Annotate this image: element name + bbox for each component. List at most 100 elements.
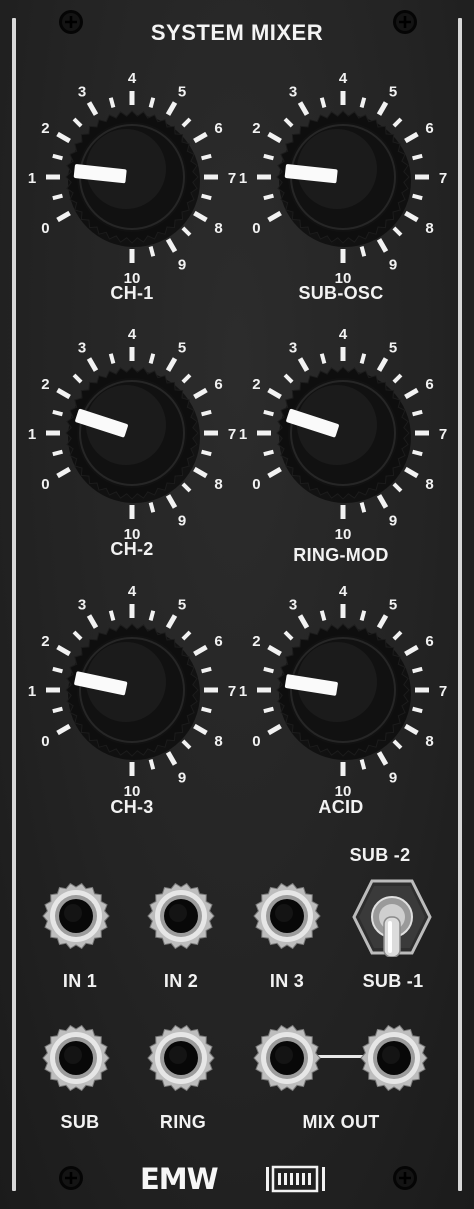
knob-tick	[267, 466, 282, 479]
knob-tick	[165, 357, 178, 372]
knob-tick	[181, 739, 192, 750]
toggle-switch-icon[interactable]	[352, 877, 432, 957]
knob-tick	[201, 193, 212, 201]
knob-label-subosc: SUB-OSC	[298, 283, 384, 303]
knob-scale-label: 5	[389, 339, 397, 356]
knob-scale-label: 2	[41, 120, 49, 137]
knob-tick	[412, 153, 423, 161]
knob-tick	[297, 101, 310, 116]
knob-scale-label: 5	[178, 83, 186, 100]
knob-tick	[193, 723, 208, 736]
knob-ch1[interactable]: 012345678910	[17, 62, 247, 292]
knob-label-ch3: CH-3	[110, 797, 154, 817]
knob-tick	[56, 644, 71, 657]
knob-ringmod[interactable]: 0 1 2 3 4 5 6 7 8 9 10	[228, 318, 458, 548]
knob-tick	[412, 409, 423, 417]
knob-tick	[283, 630, 294, 641]
knob-scale-label: 1	[239, 170, 247, 187]
knob-tick	[181, 117, 192, 128]
knob-tick	[267, 644, 282, 657]
knob-scale-label: 6	[425, 633, 433, 650]
knob-subosc[interactable]: 012345678910	[228, 62, 458, 292]
knob-tick	[359, 246, 367, 257]
knob-tick	[86, 614, 99, 629]
knob-scale-label: 1	[28, 683, 36, 700]
knob-acid[interactable]: 012345678910	[228, 575, 458, 805]
knob-tick	[319, 97, 327, 108]
knob-tick	[52, 449, 63, 457]
knob-scale-label: 1	[239, 426, 247, 443]
knob-tick	[86, 357, 99, 372]
knob-tick	[283, 373, 294, 384]
jack-sub[interactable]	[42, 1024, 110, 1092]
knob-tick	[392, 630, 403, 641]
jack-mix-out-2[interactable]	[360, 1024, 428, 1092]
knob-scale-label: 5	[178, 339, 186, 356]
knob-ch3[interactable]: 012345678910	[17, 575, 247, 805]
knob-scale-label: 4	[339, 326, 348, 343]
knob-label-ch2: CH-2	[110, 539, 154, 559]
knob-tick	[376, 101, 389, 116]
knob-scale-label: 3	[289, 596, 297, 613]
knob-tick	[201, 706, 212, 714]
knob-ch2[interactable]: 012345678910	[17, 318, 247, 548]
knob-scale-label: 9	[178, 770, 186, 787]
knob-tick	[319, 353, 327, 364]
knob-scale-label: 0	[252, 220, 260, 237]
knob-tick	[404, 466, 419, 479]
knob-scale-label: 9	[389, 513, 397, 530]
knob-tick	[359, 759, 367, 770]
knob-tick	[56, 723, 71, 736]
knob-scale-label: 3	[78, 339, 86, 356]
knob-scale-label: 5	[178, 596, 186, 613]
right-rail	[458, 18, 462, 1191]
jack-mix-out-1[interactable]	[253, 1024, 321, 1092]
knob-tick	[201, 153, 212, 161]
jack-in3[interactable]	[253, 882, 321, 950]
jack-in1[interactable]	[42, 882, 110, 950]
jack-ring[interactable]	[147, 1024, 215, 1092]
knob-tick	[263, 153, 274, 161]
knob-scale-label: 8	[214, 220, 222, 237]
knob-tick	[181, 373, 192, 384]
knob-tick	[263, 449, 274, 457]
jack-in2[interactable]	[147, 882, 215, 950]
knob-tick	[52, 153, 63, 161]
knob-tick	[193, 387, 208, 400]
knob-scale-label: 7	[439, 683, 447, 700]
knob-tick	[201, 409, 212, 417]
knob-tick	[56, 387, 71, 400]
knob-scale-label: 8	[425, 220, 433, 237]
knob-tick	[181, 630, 192, 641]
left-rail	[12, 18, 16, 1191]
knob-tick	[148, 502, 156, 513]
knob-tick	[193, 210, 208, 223]
knob-tick	[165, 614, 178, 629]
knob-scale-label: 6	[214, 120, 222, 137]
knob-scale-label: 7	[439, 426, 447, 443]
knob-tick	[376, 494, 389, 509]
jack-label-in3: IN 3	[269, 971, 305, 991]
knob-scale-label: 2	[252, 633, 260, 650]
knob-scale-label: 1	[28, 170, 36, 187]
knob-tick	[181, 482, 192, 493]
knob-scale-label: 3	[289, 339, 297, 356]
screw-icon	[59, 1166, 83, 1190]
knob-scale-label: 7	[439, 170, 447, 187]
knob-scale-label: 9	[178, 257, 186, 274]
knob-tick	[297, 614, 310, 629]
knob-scale-label: 4	[339, 583, 348, 600]
knob-tick	[165, 238, 178, 253]
toggle-label-top: SUB -2	[349, 845, 411, 865]
knob-tick	[52, 409, 63, 417]
knob-tick	[201, 666, 212, 674]
knob-tick	[86, 101, 99, 116]
knob-tick	[392, 226, 403, 237]
knob-tick	[72, 117, 83, 128]
knob-scale-label: 0	[41, 220, 49, 237]
knob-tick	[201, 449, 212, 457]
knob-tick	[376, 357, 389, 372]
knob-tick	[52, 706, 63, 714]
knob-label-acid: ACID	[318, 797, 364, 817]
knob-tick	[404, 644, 419, 657]
